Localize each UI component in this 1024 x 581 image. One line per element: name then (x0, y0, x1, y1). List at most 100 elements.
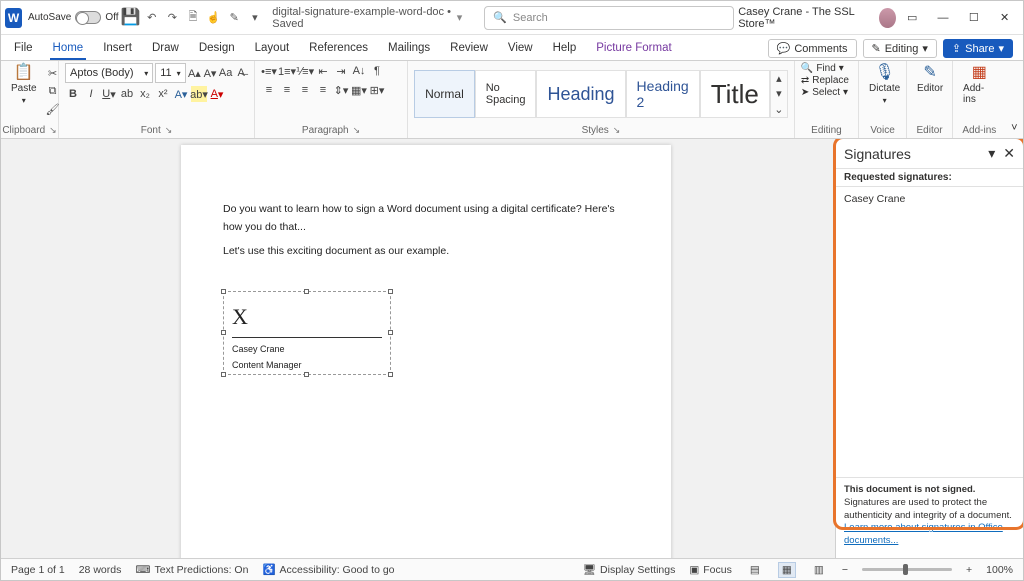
style-heading1[interactable]: Heading (536, 70, 625, 118)
requested-signer-item[interactable]: Casey Crane (844, 193, 1015, 205)
collapse-ribbon-button[interactable]: ˅ (1006, 61, 1023, 138)
resize-handle[interactable] (221, 289, 226, 294)
tab-insert[interactable]: Insert (94, 38, 141, 60)
dialog-launcher-icon[interactable]: ↘ (49, 125, 57, 136)
search-input[interactable]: 🔍 Search (484, 6, 734, 30)
line-spacing-button[interactable]: ⇕▾ (333, 82, 349, 98)
tab-home[interactable]: Home (44, 38, 93, 60)
show-marks-button[interactable]: ¶ (369, 63, 385, 79)
font-name-combo[interactable]: Aptos (Body)▾ (65, 63, 153, 83)
font-size-combo[interactable]: 11▾ (155, 63, 185, 83)
change-case-button[interactable]: Aa (219, 65, 233, 81)
borders-button[interactable]: ⊞▾ (369, 82, 385, 98)
tab-layout[interactable]: Layout (246, 38, 299, 60)
qat-button[interactable]: 🗎 (184, 7, 203, 29)
align-left-button[interactable]: ≡ (261, 82, 277, 98)
tab-file[interactable]: File (5, 38, 42, 60)
align-right-button[interactable]: ≡ (297, 82, 313, 98)
resize-handle[interactable] (304, 372, 309, 377)
resize-handle[interactable] (221, 330, 226, 335)
style-normal[interactable]: Normal (414, 70, 475, 118)
replace-button[interactable]: ⇄Replace (801, 75, 849, 86)
chevron-down-icon[interactable]: ▾ (457, 11, 463, 24)
italic-button[interactable]: I (83, 86, 99, 102)
grow-font-button[interactable]: A▴ (188, 65, 202, 81)
outdent-button[interactable]: ⇤ (315, 63, 331, 79)
style-title[interactable]: Title (700, 70, 770, 118)
zoom-slider[interactable] (862, 568, 952, 571)
tab-references[interactable]: References (300, 38, 377, 60)
qat-dropdown[interactable]: ▾ (246, 7, 265, 29)
subscript-button[interactable]: x₂ (137, 86, 153, 102)
dialog-launcher-icon[interactable]: ↘ (613, 125, 621, 136)
style-no-spacing[interactable]: No Spacing (475, 70, 537, 118)
document-title[interactable]: digital-signature-example-word-doc • Sav… (272, 6, 452, 30)
pane-options-button[interactable]: ▾ (988, 145, 995, 162)
redo-button[interactable]: ↷ (163, 7, 182, 29)
text-predictions-status[interactable]: ⌨Text Predictions: On (135, 564, 248, 576)
style-scroll-up[interactable]: ▴ (771, 71, 787, 86)
zoom-out-button[interactable]: − (842, 564, 848, 576)
pane-close-button[interactable]: ✕ (1003, 145, 1015, 162)
tab-review[interactable]: Review (441, 38, 497, 60)
zoom-in-button[interactable]: + (966, 564, 972, 576)
save-button[interactable]: 💾 (120, 7, 140, 29)
highlight-button[interactable]: ab▾ (191, 86, 207, 102)
close-button[interactable]: ✕ (990, 3, 1019, 33)
dictate-button[interactable]: 🎙Dictate▾ (865, 63, 904, 107)
share-button[interactable]: ⇪Share▾ (943, 39, 1013, 58)
display-settings[interactable]: 🖥Display Settings (583, 563, 676, 576)
numbering-button[interactable]: 1≡▾ (279, 63, 295, 79)
styles-gallery[interactable]: Normal No Spacing Heading Heading 2 Titl… (414, 67, 788, 121)
bold-button[interactable]: B (65, 86, 81, 102)
style-expand[interactable]: ⌄ (771, 102, 787, 117)
word-count[interactable]: 28 words (79, 564, 122, 576)
minimize-button[interactable]: — (929, 3, 958, 33)
tab-help[interactable]: Help (544, 38, 586, 60)
editor-button[interactable]: ✎Editor (913, 63, 947, 96)
maximize-button[interactable]: ☐ (959, 3, 988, 33)
editing-mode-button[interactable]: ✎Editing▾ (863, 39, 937, 58)
find-button[interactable]: 🔍Find▾ (801, 63, 849, 74)
resize-handle[interactable] (388, 372, 393, 377)
shrink-font-button[interactable]: A▾ (203, 65, 217, 81)
avatar[interactable] (879, 8, 896, 28)
addins-button[interactable]: ▦Add-ins (959, 63, 1000, 107)
undo-button[interactable]: ↶ (142, 7, 161, 29)
zoom-level[interactable]: 100% (986, 564, 1013, 576)
qat-button[interactable]: ☝ (204, 7, 223, 29)
style-heading2[interactable]: Heading 2 (626, 70, 700, 118)
learn-more-link[interactable]: Learn more about signatures in Office do… (844, 522, 1003, 546)
accessibility-status[interactable]: ♿Accessibility: Good to go (262, 563, 394, 576)
clear-format-button[interactable]: A̶ (234, 65, 248, 81)
ribbon-options-button[interactable]: ▭ (898, 3, 927, 33)
indent-button[interactable]: ⇥ (333, 63, 349, 79)
tab-picture-format[interactable]: Picture Format (587, 38, 680, 60)
underline-button[interactable]: U▾ (101, 86, 117, 102)
align-center-button[interactable]: ≡ (279, 82, 295, 98)
autosave-switch-icon[interactable] (75, 11, 101, 24)
bullets-button[interactable]: •≡▾ (261, 63, 277, 79)
resize-handle[interactable] (388, 289, 393, 294)
read-mode-button[interactable]: ▤ (746, 562, 764, 578)
resize-handle[interactable] (221, 372, 226, 377)
sort-button[interactable]: A↓ (351, 63, 367, 79)
signature-line-object[interactable]: X Casey Crane Content Manager (223, 291, 391, 375)
user-label[interactable]: Casey Crane - The SSL Store™ (738, 6, 871, 30)
tab-mailings[interactable]: Mailings (379, 38, 439, 60)
dialog-launcher-icon[interactable]: ↘ (353, 125, 361, 136)
strike-button[interactable]: ab (119, 86, 135, 102)
text-effects-button[interactable]: A▾ (173, 86, 189, 102)
document-canvas[interactable]: Do you want to learn how to sign a Word … (1, 139, 835, 558)
superscript-button[interactable]: x² (155, 86, 171, 102)
shading-button[interactable]: ▦▾ (351, 82, 367, 98)
justify-button[interactable]: ≡ (315, 82, 331, 98)
multilevel-button[interactable]: ⅟≡▾ (297, 63, 313, 79)
autosave-toggle[interactable]: AutoSave Off (28, 11, 119, 24)
tab-design[interactable]: Design (190, 38, 244, 60)
print-layout-button[interactable]: ▦ (778, 562, 796, 578)
page-count[interactable]: Page 1 of 1 (11, 564, 65, 576)
web-layout-button[interactable]: ▥ (810, 562, 828, 578)
tab-draw[interactable]: Draw (143, 38, 188, 60)
tab-view[interactable]: View (499, 38, 542, 60)
